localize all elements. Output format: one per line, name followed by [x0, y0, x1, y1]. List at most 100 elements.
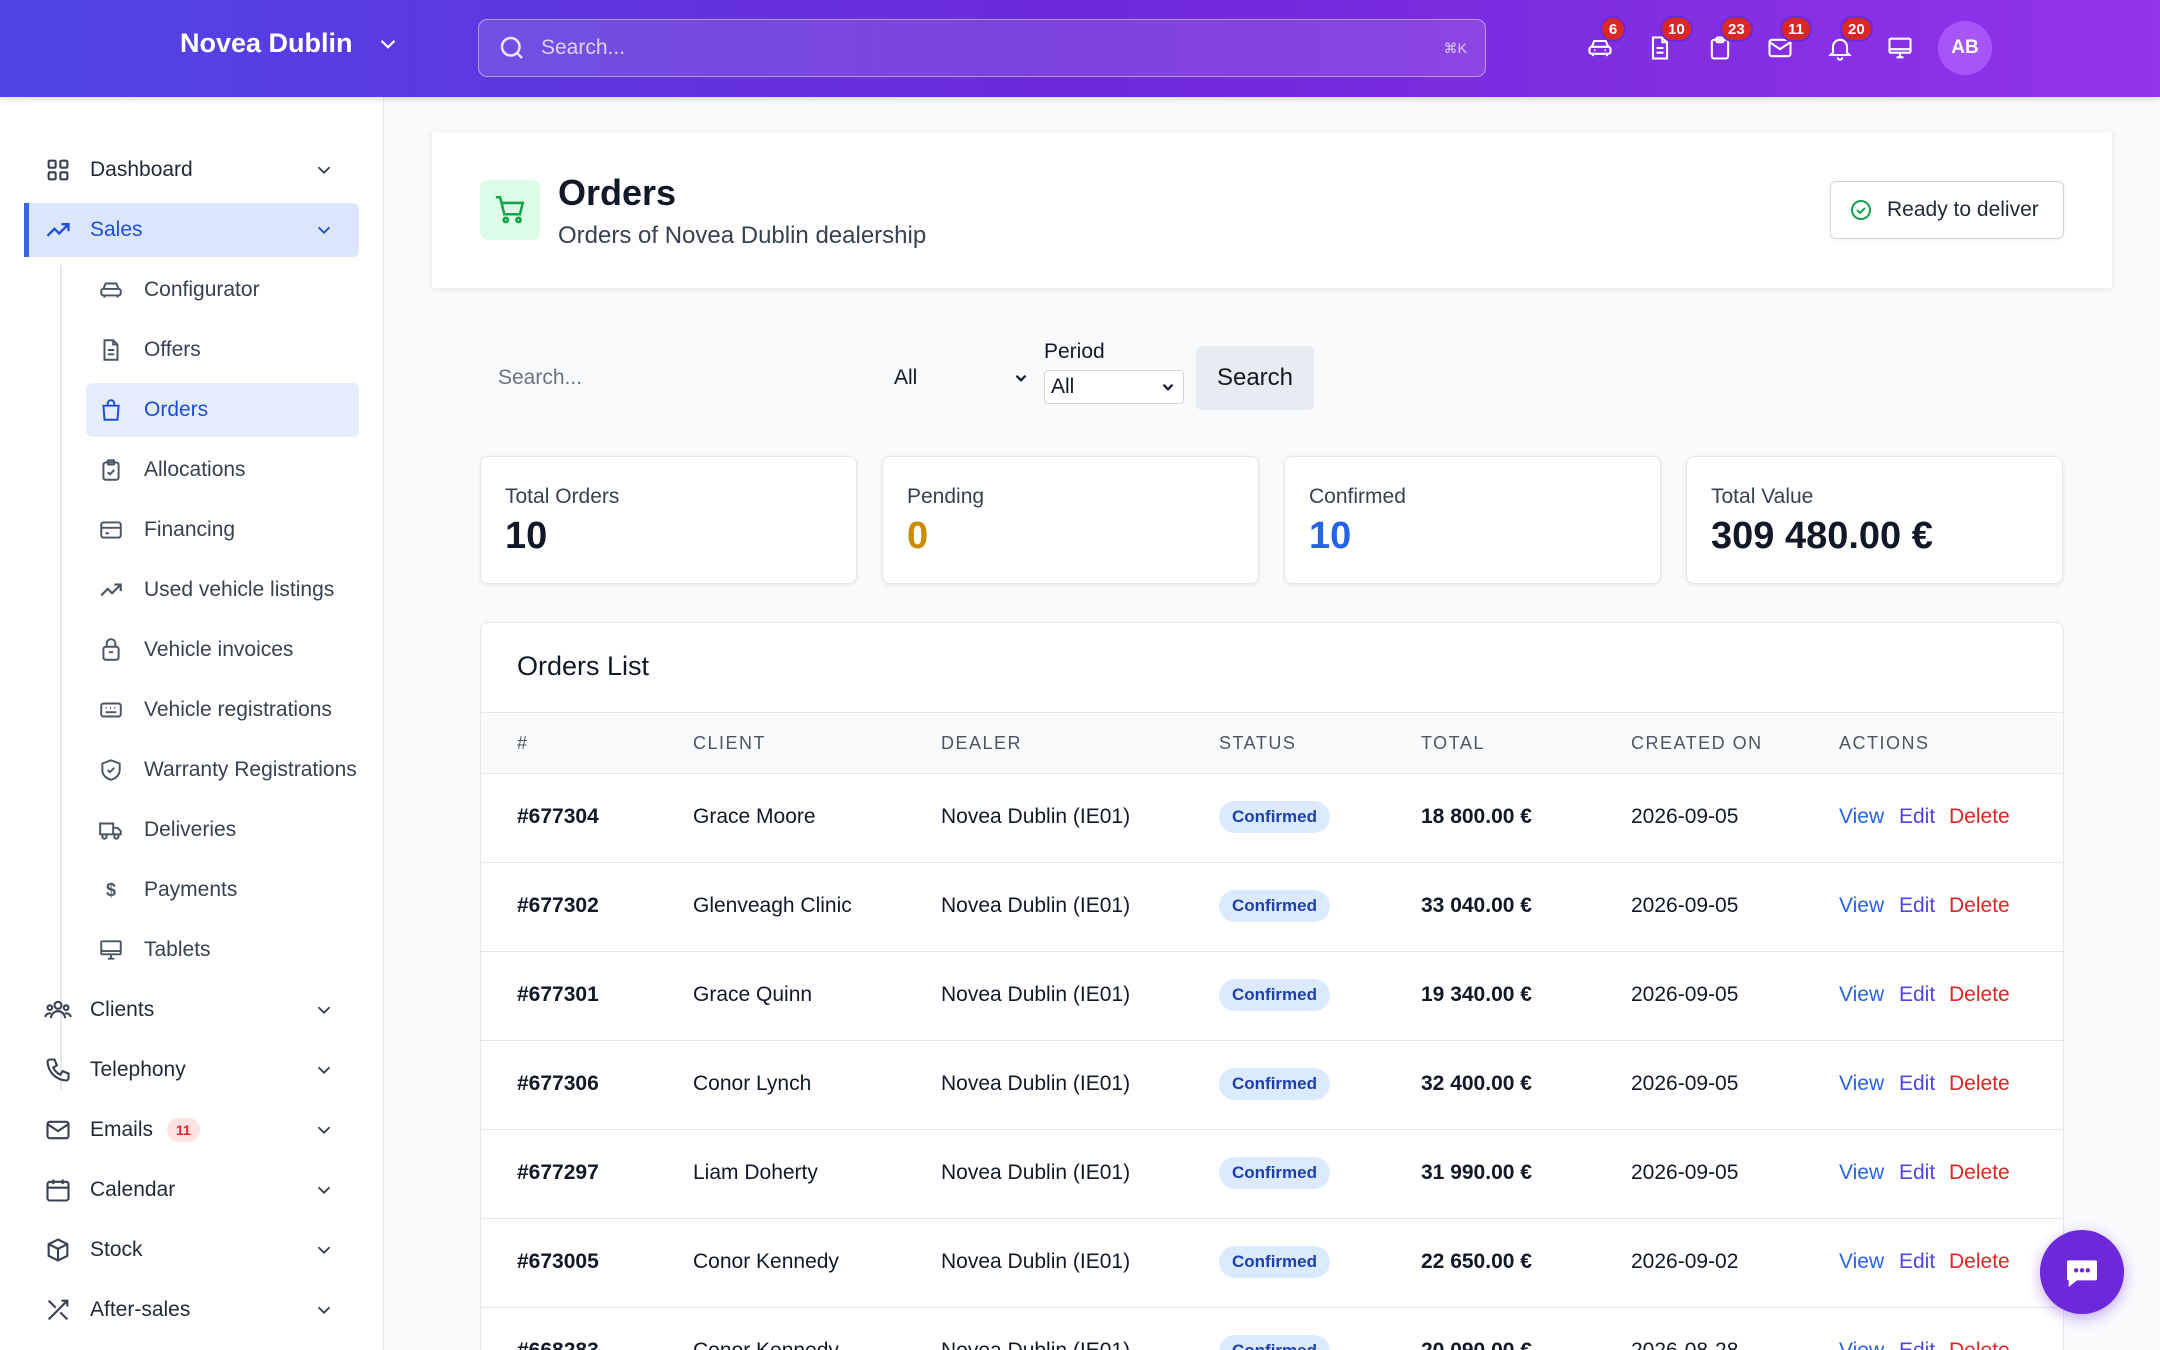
sidebar-item-payments[interactable]: $ Payments: [86, 863, 359, 917]
sidebar-item-clients[interactable]: Clients: [24, 983, 359, 1037]
sidebar-item-deliveries[interactable]: Deliveries: [86, 803, 359, 857]
sidebar-item-vehicle-invoices[interactable]: Vehicle invoices: [86, 623, 359, 677]
dealer-name: Novea Dublin (IE01): [941, 1250, 1131, 1273]
order-total: 18 800.00 €: [1421, 805, 1532, 828]
ready-to-deliver-label: Ready to deliver: [1887, 198, 2039, 221]
sidebar-item-sales[interactable]: Sales: [24, 203, 359, 257]
sidebar-item-tablets[interactable]: Tablets: [86, 923, 359, 977]
order-total: 22 650.00 €: [1421, 1250, 1532, 1273]
created-date: 2026-09-05: [1631, 1161, 1739, 1184]
delete-link[interactable]: Delete: [1949, 983, 2010, 1007]
documents-button[interactable]: 10: [1630, 16, 1693, 74]
chevron-down-icon: [317, 226, 331, 235]
global-search[interactable]: ⌘K: [478, 19, 1486, 77]
period-select-value: All: [1051, 375, 1075, 398]
dealer-name: Novea Dublin (IE01): [941, 1072, 1131, 1095]
orders-search-input[interactable]: [498, 366, 798, 390]
created-date: 2026-09-05: [1631, 1072, 1739, 1095]
sidebar-item-configurator[interactable]: Configurator: [86, 263, 359, 317]
sidebar-item-warranty-registrations[interactable]: Warranty Registrations: [86, 743, 359, 797]
client-name: Liam Doherty: [693, 1161, 818, 1184]
sidebar-item-label: Allocations: [144, 458, 246, 481]
period-select[interactable]: All: [1044, 370, 1184, 404]
users-icon: [44, 1000, 72, 1019]
sidebar-item-used-vehicle-listings[interactable]: Used vehicle listings: [86, 563, 359, 617]
status-select[interactable]: All: [894, 366, 1030, 390]
credit-card-icon: [100, 521, 122, 539]
sidebar: Dashboard Sales Configurator Offers Orde…: [0, 97, 384, 1350]
stat-label: Total Orders: [505, 485, 620, 508]
view-link[interactable]: View: [1839, 1072, 1884, 1096]
table-row: #677306 Conor Lynch Novea Dublin (IE01) 32 …: [481, 1041, 2063, 1130]
global-search-input[interactable]: [541, 36, 1421, 60]
delete-link[interactable]: Delete: [1949, 805, 2010, 829]
display-button[interactable]: [1870, 22, 1930, 74]
client-name: Grace Quinn: [693, 983, 813, 1006]
sidebar-item-emails[interactable]: Emails 11: [24, 1103, 359, 1157]
sidebar-item-offers[interactable]: Offers: [86, 323, 359, 377]
edit-link[interactable]: Edit: [1899, 805, 1935, 829]
edit-link[interactable]: Edit: [1899, 983, 1935, 1007]
tasks-button[interactable]: 23: [1690, 16, 1753, 74]
delete-link[interactable]: Delete: [1949, 894, 2010, 918]
avatar[interactable]: AB: [1938, 21, 1992, 75]
edit-link[interactable]: Edit: [1899, 1072, 1935, 1096]
dealer-name: Novea Dublin (IE01): [941, 1161, 1131, 1184]
table-row: #677301 Grace Quinn Novea Dublin (IE01) 19 …: [481, 952, 2063, 1041]
view-link[interactable]: View: [1839, 983, 1884, 1007]
view-link[interactable]: View: [1839, 805, 1884, 829]
mail-button[interactable]: 11: [1750, 16, 1812, 74]
order-id: #673005: [517, 1250, 599, 1273]
edit-link[interactable]: Edit: [1899, 1250, 1935, 1274]
search-button[interactable]: Search: [1196, 346, 1314, 410]
table-row: #677297 Liam Doherty Novea Dublin (IE01) 31…: [481, 1130, 2063, 1219]
phone-icon: [46, 1058, 70, 1082]
status-badge: Confirmed: [1219, 1335, 1330, 1350]
sidebar-item-after-sales[interactable]: After-sales: [24, 1283, 359, 1337]
orders-list-title: Orders List: [517, 651, 650, 681]
table-row: #677302 Glenveagh Clinic Novea Dublin (IE0…: [481, 863, 2063, 952]
view-link[interactable]: View: [1839, 1250, 1884, 1274]
dealer-switcher[interactable]: Novea Dublin: [180, 28, 401, 59]
edit-link[interactable]: Edit: [1899, 1161, 1935, 1185]
clipboard-check-icon: [102, 459, 120, 481]
column-header: TOTAL: [1421, 733, 1485, 753]
order-total: 32 400.00 €: [1421, 1072, 1532, 1095]
sidebar-item-label: Stock: [90, 1238, 143, 1261]
page-header: Orders Orders of Novea Dublin dealership…: [432, 132, 2112, 288]
delete-link[interactable]: Delete: [1949, 1250, 2010, 1274]
edit-link[interactable]: Edit: [1899, 1339, 1935, 1350]
sidebar-item-allocations[interactable]: Allocations: [86, 443, 359, 497]
order-id: #677302: [517, 894, 599, 917]
trending-up-icon: [100, 583, 122, 597]
sidebar-item-calendar[interactable]: Calendar: [24, 1163, 359, 1217]
delete-link[interactable]: Delete: [1949, 1072, 2010, 1096]
ready-to-deliver-button[interactable]: Ready to deliver: [1830, 181, 2064, 239]
document-icon: [103, 339, 119, 361]
edit-link[interactable]: Edit: [1899, 894, 1935, 918]
sidebar-item-label: Calendar: [90, 1178, 176, 1201]
delete-link[interactable]: Delete: [1949, 1339, 2010, 1350]
sidebar-item-financing[interactable]: Financing: [86, 503, 359, 557]
table-header: # CLIENT DEALER STATUS TOTAL CREATED ON …: [481, 712, 2063, 774]
grid-icon: [47, 159, 69, 181]
car-button[interactable]: 6: [1570, 16, 1630, 74]
client-name: Conor Lynch: [693, 1072, 812, 1095]
chat-button[interactable]: [2040, 1230, 2124, 1314]
view-link[interactable]: View: [1839, 1339, 1884, 1350]
notifications-button[interactable]: 20: [1810, 16, 1873, 74]
tools-icon: [47, 1299, 69, 1321]
sidebar-item-orders[interactable]: Orders: [86, 383, 359, 437]
view-link[interactable]: View: [1839, 894, 1884, 918]
view-link[interactable]: View: [1839, 1161, 1884, 1185]
sidebar-item-vehicle-registrations[interactable]: Vehicle registrations: [86, 683, 359, 737]
delete-link[interactable]: Delete: [1949, 1161, 2010, 1185]
table-row: #668283 Conor Kennedy Novea Dublin (IE01) 2…: [481, 1308, 2063, 1350]
order-id: #677297: [517, 1161, 599, 1184]
sidebar-item-telephony[interactable]: Telephony: [24, 1043, 359, 1097]
column-header: CREATED ON: [1631, 733, 1763, 753]
stat-value: 309 480.00 €: [1711, 515, 1933, 557]
sidebar-item-stock[interactable]: Stock: [24, 1223, 359, 1277]
sidebar-item-dashboard[interactable]: Dashboard: [24, 143, 359, 197]
chevron-down-icon: [380, 39, 395, 49]
